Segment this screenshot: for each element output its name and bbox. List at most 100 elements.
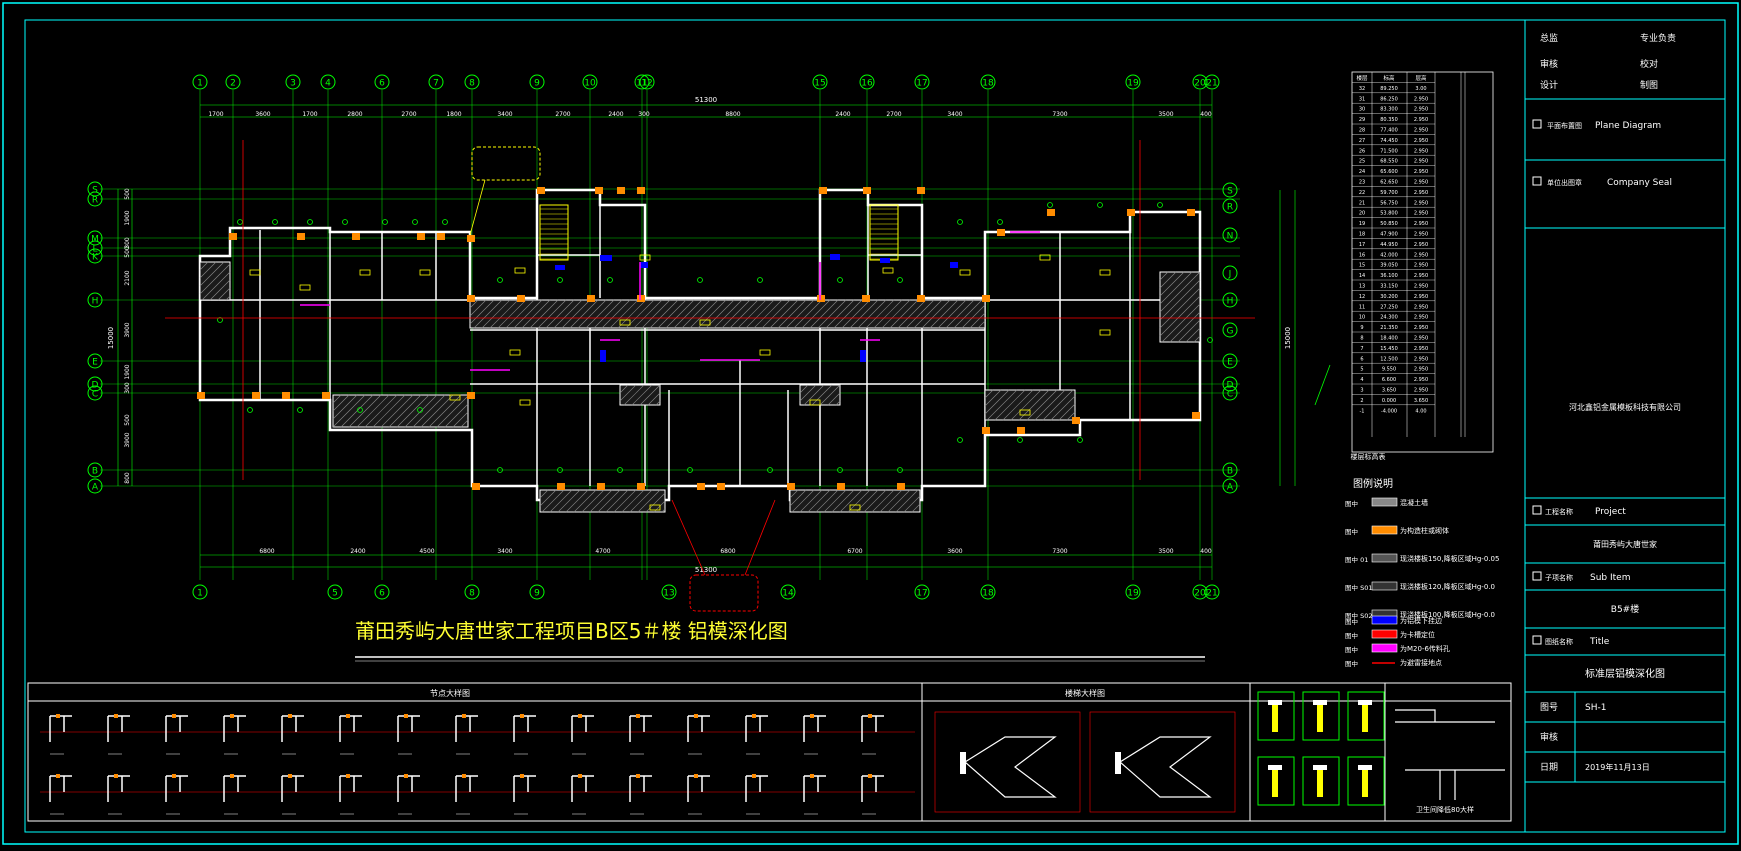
table-cell-floor: 25 — [1359, 159, 1365, 165]
node-detail-shape — [223, 775, 246, 802]
table-cell-elev: 83.300 — [1380, 107, 1398, 113]
orange-wall-block — [437, 233, 445, 240]
date-label: 日期 — [1540, 762, 1558, 773]
node-detail-shape — [687, 775, 710, 802]
drawing-title: 莆田秀屿大唐世家工程项目B区5＃楼 铝模深化图 — [355, 619, 788, 643]
orange-wall-block — [1127, 209, 1135, 216]
node-detail-marker — [462, 714, 466, 718]
tb-chief-value: 专业负责 — [1640, 32, 1676, 44]
legend-text: 为铝模下挂边 — [1400, 616, 1442, 625]
node-detail-shape — [397, 775, 420, 802]
blue-edge-marker — [555, 265, 565, 270]
node-detail-marker — [694, 774, 698, 778]
table-cell-elev: 0.000 — [1382, 398, 1396, 404]
node-detail-marker — [404, 714, 408, 718]
blue-edge-marker — [640, 262, 648, 268]
stair-detail-beam — [960, 752, 966, 774]
table-cell-floor: 19 — [1359, 221, 1365, 227]
node-detail-shape — [745, 715, 768, 742]
node-detail-shape — [803, 775, 826, 802]
top-axis-label: 17 — [916, 79, 927, 89]
leader-marker — [1077, 437, 1083, 443]
hatch-zone-right — [1159, 271, 1201, 343]
table-cell-elev: 77.400 — [1380, 128, 1398, 134]
left-axis-label: A — [92, 483, 99, 493]
table-cell-floor: 23 — [1359, 180, 1365, 186]
top-dim-label: 2700 — [401, 111, 416, 118]
leader-marker — [497, 277, 503, 283]
bottom-axis-label: 9 — [534, 589, 540, 599]
sub-en: Sub Item — [1590, 573, 1630, 583]
node-detail-marker — [810, 774, 814, 778]
table-cell-elev: 27.250 — [1380, 304, 1398, 310]
orange-wall-block — [1017, 427, 1025, 434]
elevation-leader — [1314, 364, 1331, 406]
building-outline — [198, 188, 1202, 502]
tb-review-value: 校对 — [1640, 58, 1658, 70]
node-detail-shape — [687, 715, 710, 742]
small-detail-core — [1362, 702, 1368, 732]
legend-code: 图中 — [1345, 527, 1358, 536]
right-axis-label: R — [1227, 203, 1233, 213]
approve-label: 审核 — [1540, 731, 1558, 743]
room-tag — [882, 267, 894, 274]
table-cell-elev: 18.400 — [1380, 336, 1398, 342]
table-cell-floor: 14 — [1359, 273, 1365, 279]
project-label: 工程名称 — [1545, 507, 1573, 516]
table-cell-elev: 39.050 — [1380, 263, 1398, 269]
left-axis-label: M — [91, 235, 99, 245]
orange-wall-block — [297, 233, 305, 240]
orange-wall-block — [917, 187, 925, 194]
legend-code: 图中 01 — [1345, 555, 1368, 564]
top-axis-label: 16 — [861, 79, 873, 89]
legend-text: 混凝土墙 — [1400, 498, 1428, 507]
leader-marker — [697, 277, 703, 283]
orange-wall-block — [637, 483, 645, 490]
node-detail-shape — [455, 775, 478, 802]
left-axis-label: H — [92, 297, 99, 307]
table-cell-elev: 68.550 — [1380, 159, 1398, 165]
top-dim-label: 3400 — [497, 111, 512, 118]
level-table-footer: 楼层标高表 — [1351, 452, 1386, 461]
table-cell-height: 2.950 — [1414, 294, 1428, 300]
room-tag — [959, 269, 971, 276]
left-dim-label: 500 — [124, 188, 131, 200]
bottom-dim-label: 3600 — [947, 548, 962, 555]
orange-wall-block — [467, 392, 475, 399]
table-cell-height: 2.950 — [1414, 200, 1428, 206]
title-checkbox[interactable] — [1532, 635, 1542, 645]
bottom-axis-label: 14 — [782, 589, 794, 599]
bottom-dim-label: 3400 — [497, 548, 512, 555]
left-dim-label: 3900 — [124, 432, 131, 447]
leader-marker — [957, 437, 963, 443]
stair-left — [539, 204, 569, 261]
node-detail-shape — [165, 715, 188, 742]
plane-checkbox[interactable] — [1532, 119, 1542, 129]
hatch-balcony-right — [984, 389, 1076, 421]
small-detail-core — [1317, 702, 1323, 732]
seal-checkbox[interactable] — [1532, 176, 1542, 186]
leader-marker — [1017, 437, 1023, 443]
orange-wall-block — [897, 483, 905, 490]
table-cell-floor: 28 — [1359, 128, 1365, 134]
top-axis-label: 4 — [325, 79, 331, 89]
table-cell-elev: 15.450 — [1380, 346, 1398, 352]
legend-text: 现浇楼板120,降板区域Hg-0.0 — [1400, 582, 1495, 591]
small-detail-core — [1272, 702, 1278, 732]
orange-wall-block — [617, 187, 625, 194]
sub-name: B5#楼 — [1611, 603, 1639, 615]
node-detail-shape — [339, 775, 362, 802]
legend: 图中 混凝土墙图中 为构造柱或砌体图中 01 现浇楼板150,降板区域Hg-0.05图… — [1345, 497, 1499, 668]
node-detail-shape — [861, 715, 884, 742]
orange-wall-block — [467, 295, 475, 302]
table-cell-elev: 9.550 — [1382, 367, 1396, 373]
top-dim-label: 1800 — [446, 111, 461, 118]
legend-text: 为构造柱或砌体 — [1400, 526, 1449, 535]
hatch-zone-left — [199, 261, 231, 301]
room-tag — [514, 267, 526, 274]
left-dim-label: 3900 — [124, 322, 131, 337]
project-checkbox[interactable] — [1532, 505, 1542, 515]
sub-checkbox[interactable] — [1532, 571, 1542, 581]
table-cell-height: 2.950 — [1414, 336, 1428, 342]
blue-edge-marker — [860, 350, 866, 362]
